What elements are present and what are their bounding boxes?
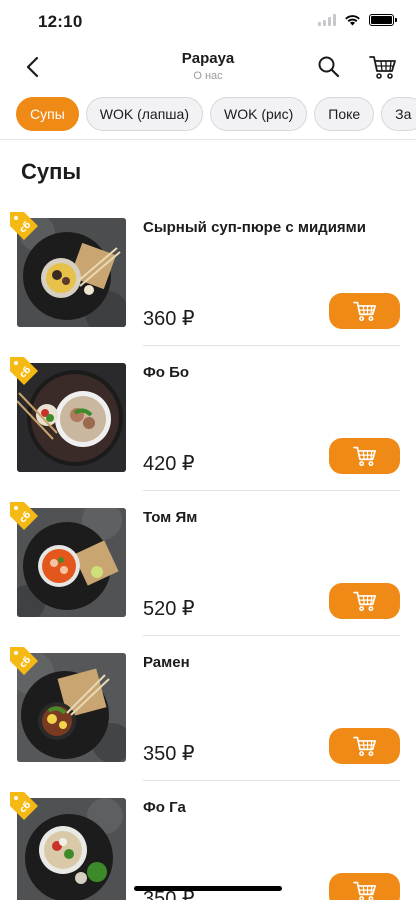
page-title: Papaya [181,50,235,67]
sale-tag-icon: сб [10,357,38,385]
cart-icon [369,56,396,79]
nav-bar: Papaya О нас [0,44,416,90]
category-tabs: Супы WOK (лапша) WOK (рис) Поке За [0,90,416,140]
item-price: 420 ₽ [143,453,195,475]
about-link[interactable]: О нас [0,70,416,82]
item-price: 520 ₽ [143,598,195,620]
list-item[interactable]: сб Фо Га 350 ₽ [0,781,416,900]
add-to-cart-button[interactable] [329,293,400,329]
cart-icon [352,591,376,612]
list-item[interactable]: сб Сырный суп-пюре с мидиями 360 ₽ [0,201,416,346]
item-name[interactable]: Фо Га [143,799,186,816]
item-name[interactable]: Том Ям [143,509,197,526]
list-item[interactable]: сб Том Ям 520 ₽ [0,491,416,636]
item-name[interactable]: Сырный суп-пюре с мидиями [143,219,366,236]
list-item[interactable]: сб Рамен 350 ₽ [0,636,416,781]
sale-tag-icon: сб [10,792,38,820]
list-item[interactable]: сб Фо Бо 420 ₽ [0,346,416,491]
status-icons [318,14,397,26]
tab-wok-noodles[interactable]: WOK (лапша) [85,97,203,131]
sale-tag-icon: сб [10,502,38,530]
item-name[interactable]: Рамен [143,654,190,671]
signal-icon [318,14,336,26]
home-indicator[interactable] [134,886,282,891]
add-to-cart-button[interactable] [329,728,400,764]
cart-button[interactable] [369,54,397,80]
search-icon [318,56,340,78]
add-to-cart-button[interactable] [329,583,400,619]
item-price: 360 ₽ [143,308,195,330]
search-button[interactable] [316,54,342,80]
nav-title-group: Papaya О нас [0,50,416,82]
sale-tag-icon: сб [10,212,38,240]
status-time: 12:10 [38,12,83,31]
cart-icon [352,881,376,900]
product-list: сб Сырный суп-пюре с мидиями 360 ₽ сб Фо… [0,201,416,900]
item-price: 350 ₽ [143,743,195,765]
tab-poke[interactable]: Поке [314,97,375,131]
add-to-cart-button[interactable] [329,438,400,474]
sale-tag-icon: сб [10,647,38,675]
status-bar: 12:10 [0,0,416,44]
section-title: Супы [21,159,82,184]
tab-soups[interactable]: Супы [16,97,79,131]
item-name[interactable]: Фо Бо [143,364,189,381]
cart-icon [352,301,376,322]
cart-icon [352,446,376,467]
cart-icon [352,736,376,757]
add-to-cart-button[interactable] [329,873,400,900]
battery-icon [369,14,397,26]
tab-wok-rice[interactable]: WOK (рис) [209,97,308,131]
wifi-icon [345,15,360,26]
tab-next-partial[interactable]: За [381,97,416,131]
